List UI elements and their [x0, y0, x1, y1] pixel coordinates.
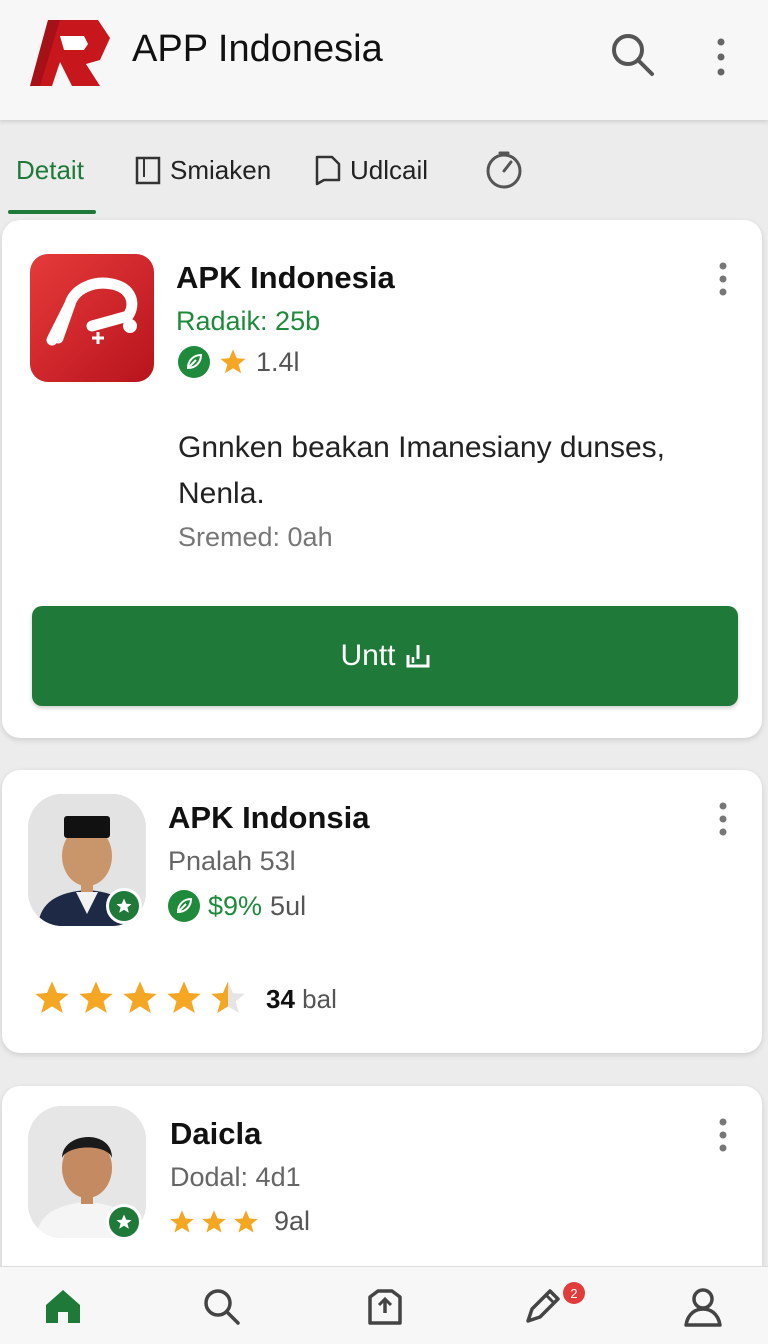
bookmark-icon [135, 156, 161, 185]
star-icon [220, 349, 246, 374]
install-button-label: Untt [340, 639, 396, 672]
review-count: 34 [266, 984, 295, 1014]
leaf-icon [178, 346, 210, 378]
edit-icon[interactable] [522, 1285, 564, 1327]
search-icon[interactable] [608, 30, 656, 78]
timer-icon [486, 151, 522, 189]
tab-detail[interactable]: Detait [16, 126, 84, 214]
more-vert-icon[interactable] [708, 800, 738, 840]
search-icon[interactable] [200, 1285, 242, 1327]
bottom-navigation [0, 1266, 768, 1344]
verified-badge [106, 1204, 142, 1240]
star-icon [170, 1209, 194, 1232]
verified-badge [106, 888, 142, 924]
star-half-icon [211, 981, 245, 1013]
app-subtitle: Pnalah 53l [168, 846, 296, 876]
document-icon [315, 155, 341, 186]
more-vert-icon[interactable] [708, 260, 738, 300]
app-bar: APP Indonesia [0, 0, 768, 120]
home-icon[interactable] [42, 1285, 84, 1327]
tab-smiaken[interactable]: Smiaken [134, 126, 271, 214]
featured-app-card[interactable]: APK Indonesia Radaik: 25b 1.4l Gnnken be… [2, 220, 762, 738]
star-icon [79, 981, 113, 1013]
star-rating: 9al [168, 1206, 310, 1237]
store-icon[interactable] [364, 1285, 406, 1327]
tab-label: Smiaken [170, 154, 272, 185]
featured-description: Gnnken beakan Imanesiany dunses, Nenla. [178, 431, 665, 510]
featured-rating-row: 1.4l [178, 346, 300, 378]
featured-app-icon [30, 254, 154, 382]
app-name: Daicla [170, 1116, 262, 1151]
more-vert-icon[interactable] [708, 1116, 738, 1156]
featured-app-rank: Radaik: 25b [176, 306, 321, 336]
star-rating [32, 978, 248, 1018]
price-row: $9% 5ul [168, 890, 306, 922]
tab-underline [8, 210, 96, 214]
app-title: APP Indonesia [132, 28, 383, 70]
leaf-icon [168, 890, 200, 922]
tab-label: Udlcail [350, 154, 429, 185]
install-icon [406, 645, 430, 668]
star-icon [234, 1209, 258, 1232]
tab-udlcail[interactable]: Udlcail [314, 126, 428, 214]
install-button[interactable]: Untt [32, 606, 738, 706]
review-summary: 34 bal [266, 984, 337, 1015]
star-icon [123, 981, 157, 1013]
star-icon [167, 981, 201, 1013]
star-icon [35, 981, 69, 1013]
profile-icon[interactable] [682, 1285, 724, 1327]
tab-timer[interactable] [484, 126, 524, 214]
tab-bar: Detait Smiaken Udlcail [0, 126, 768, 218]
notification-badge: 2 [563, 1282, 585, 1304]
featured-app-name: APK Indonesia [176, 260, 395, 295]
app-price: $9% [208, 890, 263, 921]
featured-release-info: Sremed: 0ah [178, 522, 333, 552]
review-text: 9al [274, 1206, 311, 1236]
app-name: APK Indonsia [168, 800, 370, 835]
tab-label: Detait [16, 154, 84, 185]
app-logo-icon [30, 20, 110, 86]
app-subtitle: Dodal: 4d1 [170, 1162, 301, 1192]
app-list-item[interactable]: APK Indonsia Pnalah 53l $9% 5ul 34 bal [2, 770, 762, 1053]
featured-rating-value: 1.4l [256, 346, 300, 377]
star-icon [202, 1209, 226, 1232]
app-price-suffix: 5ul [270, 890, 307, 921]
more-vert-icon[interactable] [704, 34, 738, 80]
app-list-item[interactable]: Daicla Dodal: 4d1 9al [2, 1086, 762, 1286]
review-suffix: bal [302, 984, 337, 1014]
